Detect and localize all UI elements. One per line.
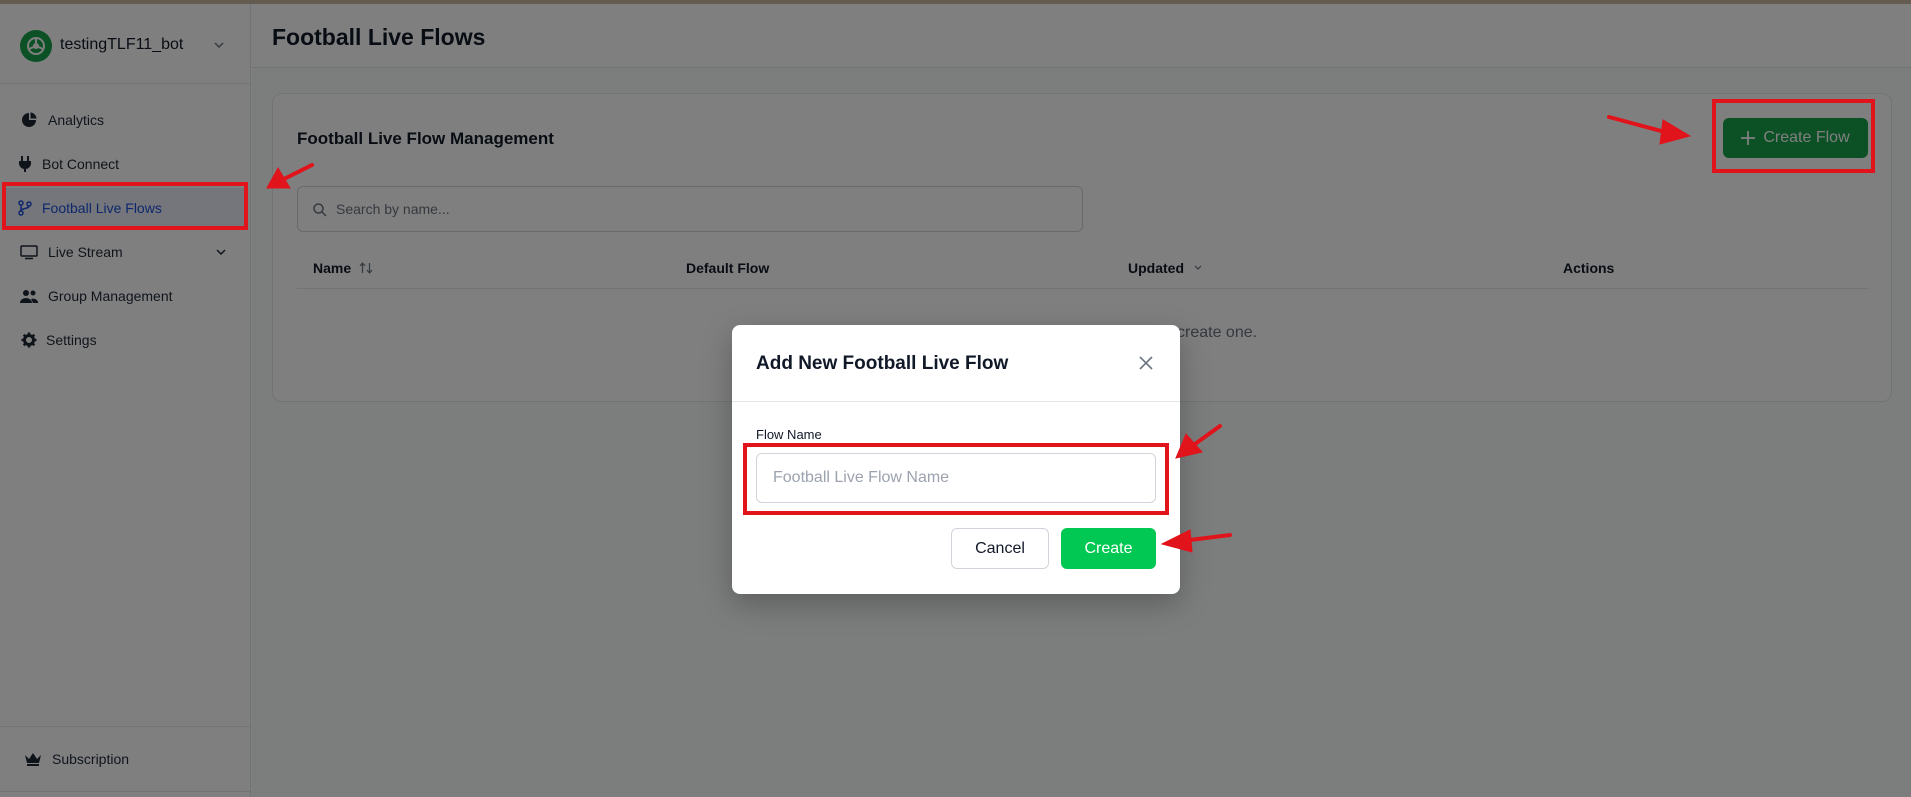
- flow-name-label: Flow Name: [756, 427, 822, 442]
- cancel-button[interactable]: Cancel: [951, 528, 1049, 569]
- add-flow-modal: Add New Football Live Flow Flow Name Can…: [732, 325, 1180, 594]
- modal-title: Add New Football Live Flow: [756, 353, 1009, 374]
- modal-divider: [732, 401, 1180, 402]
- flow-name-input[interactable]: [756, 453, 1156, 503]
- close-icon[interactable]: [1134, 351, 1158, 375]
- create-button[interactable]: Create: [1061, 528, 1156, 569]
